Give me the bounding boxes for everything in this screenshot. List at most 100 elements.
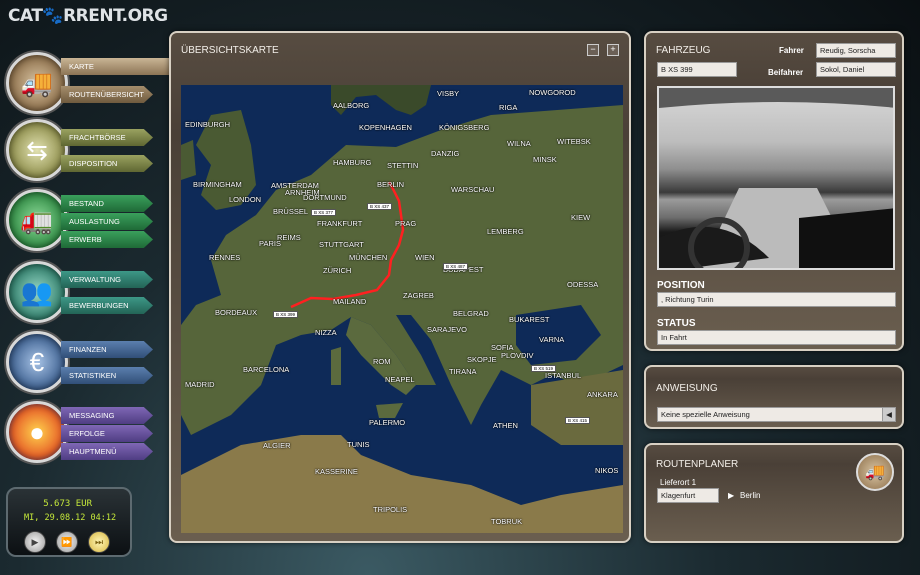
nav-item-erwerb[interactable]: ERWERB	[61, 231, 153, 248]
skip-forward-icon[interactable]: ⏭	[88, 531, 110, 553]
route-arrow-icon: ▶	[728, 491, 735, 500]
driver-field: Reudig, Sorscha	[816, 43, 896, 58]
logo-text-right: RRENT.ORG	[63, 6, 168, 26]
city-label: TIRANA	[449, 367, 477, 376]
status-box: 5.673 EUR MI, 29.08.12 04:12 ▶ ⏩ ⏭	[6, 487, 132, 557]
city-label: KIEW	[571, 213, 591, 222]
city-label: ANKARA	[587, 390, 618, 399]
city-label: ATHEN	[493, 421, 518, 430]
play-icon[interactable]: ▶	[24, 531, 46, 553]
nav-item-auslastung[interactable]: AUSLASTUNG	[61, 213, 153, 230]
person-icon[interactable]: ●	[6, 401, 68, 463]
city-label: KÖNIGSBERG	[439, 123, 490, 132]
city-label: NOWGOROD	[529, 88, 576, 97]
app-logo: CAT🐾RRENT.ORG	[8, 6, 168, 26]
city-label: TUNIS	[347, 440, 370, 449]
nav-item-bewerbungen[interactable]: BEWERBUNGEN	[61, 297, 153, 314]
city-label: LONDON	[229, 195, 262, 204]
city-label: TOBRUK	[491, 517, 523, 526]
city-label: BORDEAUX	[215, 308, 258, 317]
anweisung-title: ANWEISUNG	[656, 383, 718, 394]
truck-map-icon[interactable]: 🚚	[6, 52, 68, 114]
routenplaner-title: ROUTENPLANER	[656, 459, 739, 470]
city-label: ZAGREB	[403, 291, 434, 300]
city-label: BELGRAD	[453, 309, 489, 318]
cash-amount: 5.673 EUR	[43, 499, 92, 509]
status-label: STATUS	[657, 318, 696, 329]
vehicle-title: FAHRZEUG	[656, 45, 711, 56]
city-label: ROM	[373, 357, 391, 366]
status-field: In Fahrt	[657, 330, 896, 345]
codriver-label: Beifahrer	[768, 68, 804, 77]
city-label: BERLIN	[377, 180, 405, 189]
truck-icon[interactable]: 🚛	[6, 189, 68, 251]
city-label: ISTANBUL	[545, 371, 582, 380]
from-field[interactable]: Klagenfurt	[657, 488, 719, 503]
routenplaner-panel: ROUTENPLANER 🚚 Lieferort 1 Klagenfurt ▶ …	[644, 443, 904, 543]
city-label: WILNA	[507, 139, 531, 148]
city-label: NIKOS	[595, 466, 619, 475]
truck-marker[interactable]: B XS 377	[311, 209, 337, 216]
city-label: MADRID	[185, 380, 215, 389]
minimize-button[interactable]: −	[587, 44, 599, 56]
city-label: BARCELONA	[243, 365, 290, 374]
truck-marker[interactable]: B XS 437	[367, 203, 393, 210]
nav-item-bestand[interactable]: BESTAND	[61, 195, 153, 212]
nav-item-finanzen[interactable]: FINANZEN	[61, 341, 153, 358]
dropdown-arrow-icon[interactable]: ◀	[882, 407, 896, 422]
maximize-button[interactable]: +	[607, 44, 619, 56]
city-label: TRIPOLIS	[373, 505, 408, 514]
euro-icon[interactable]: €	[6, 331, 68, 393]
position-field: , Richtung Turin	[657, 292, 896, 307]
city-label: WARSCHAU	[451, 185, 495, 194]
city-label: EDINBURGH	[185, 120, 231, 129]
city-label: SKOPJE	[467, 355, 497, 364]
city-label: FRANKFURT	[317, 219, 363, 228]
city-label: MAILAND	[333, 297, 367, 306]
nav-item-verwaltung[interactable]: VERWALTUNG	[61, 271, 153, 288]
nav-item-karte[interactable]: KARTE	[61, 58, 176, 75]
city-label: RIGA	[499, 103, 518, 112]
city-label: KASSERINE	[315, 467, 358, 476]
nav-item-erfolge[interactable]: ERFOLGE	[61, 425, 153, 442]
nav-item-frachtboerse[interactable]: FRACHTBÖRSE	[61, 129, 153, 146]
city-label: PARIS	[259, 239, 281, 248]
city-label: PLOVDIV	[501, 351, 534, 360]
city-label: NEAPEL	[385, 375, 415, 384]
city-label: BRÜSSEL	[273, 207, 309, 216]
city-label: WIEN	[415, 253, 435, 262]
city-label: ODESSA	[567, 280, 599, 289]
nav-item-statistiken[interactable]: STATISTIKEN	[61, 367, 153, 384]
fast-forward-icon[interactable]: ⏩	[56, 531, 78, 553]
city-label: WITEBSK	[557, 137, 591, 146]
nav-item-disposition[interactable]: DISPOSITION	[61, 155, 153, 172]
truck-marker-active[interactable]: B XS 399	[273, 311, 299, 318]
nav-item-routenuebersicht[interactable]: ROUTENÜBERSICHT	[61, 86, 153, 103]
driver-label: Fahrer	[779, 46, 804, 55]
truck-marker[interactable]: B XS 519	[531, 365, 557, 372]
codriver-field: Sokol, Daniel	[816, 62, 896, 77]
anweisung-panel: ANWEISUNG Keine spezielle Anweisung ◀	[644, 365, 904, 429]
city-label: LEMBERG	[487, 227, 524, 236]
city-label: PRAG	[395, 219, 417, 228]
paw-icon: 🐾	[42, 6, 64, 26]
freight-exchange-icon[interactable]: ⇆	[6, 119, 68, 181]
vehicle-panel: FAHRZEUG B XS 399 Fahrer Reudig, Sorscha…	[644, 31, 904, 351]
city-label: STETTIN	[387, 161, 419, 170]
nav-item-hauptmenue[interactable]: HAUPTMENÜ	[61, 443, 153, 460]
nav-item-messaging[interactable]: MESSAGING	[61, 407, 153, 424]
city-label: VISBY	[437, 89, 460, 98]
stop-label: Lieferort 1	[660, 478, 697, 487]
people-icon[interactable]: 👥	[6, 261, 68, 323]
truck-marker[interactable]: B XS 487	[443, 263, 469, 270]
city-label: MÜNCHEN	[349, 253, 388, 262]
europe-map[interactable]: VISBY RIGA NOWGOROD AALBORG EDINBURGH KOPENHA…	[181, 85, 623, 533]
city-label: MINSK	[533, 155, 557, 164]
city-label: BUKAREST	[509, 315, 550, 324]
anweisung-select[interactable]: Keine spezielle Anweisung	[657, 407, 883, 422]
city-label: ZÜRICH	[323, 266, 352, 275]
truck-map-icon[interactable]: 🚚	[856, 453, 894, 491]
city-label: PALERMO	[369, 418, 406, 427]
truck-marker[interactable]: B XS 415	[565, 417, 591, 424]
map-panel: ÜBERSICHTSKARTE − + VISBY RIGA NOWGOROD …	[169, 31, 631, 543]
